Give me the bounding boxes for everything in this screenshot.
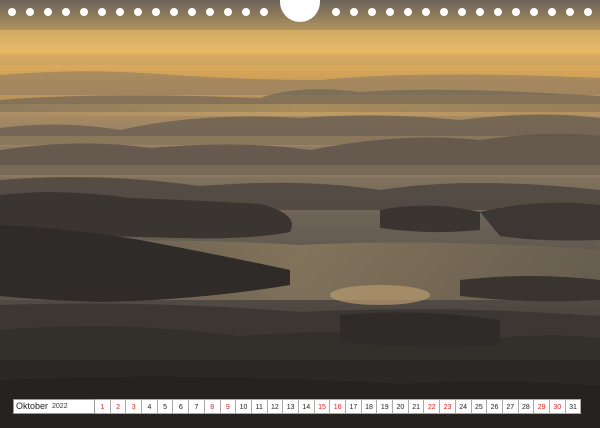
binding-hole bbox=[44, 8, 52, 16]
binding-hole bbox=[494, 8, 502, 16]
day-cell: 23 bbox=[440, 399, 456, 414]
day-cell: 2 bbox=[110, 399, 127, 414]
day-cell: 3 bbox=[126, 399, 143, 414]
day-cell: 16 bbox=[330, 399, 346, 414]
binding-hole bbox=[170, 8, 178, 16]
day-cell: 31 bbox=[565, 399, 582, 414]
binding-holes bbox=[0, 0, 600, 22]
day-cell: 26 bbox=[487, 399, 503, 414]
month-label-box: Oktober 2022 bbox=[13, 399, 95, 414]
day-cell: 18 bbox=[361, 399, 378, 414]
binding-hole bbox=[566, 8, 574, 16]
day-cell: 12 bbox=[267, 399, 284, 414]
day-cell: 19 bbox=[377, 399, 394, 414]
binding-hole bbox=[458, 8, 466, 16]
day-cell: 25 bbox=[471, 399, 488, 414]
day-cell: 5 bbox=[157, 399, 174, 414]
binding-hole bbox=[332, 8, 340, 16]
day-cell: 24 bbox=[455, 399, 472, 414]
binding-hole bbox=[224, 8, 232, 16]
day-cell: 10 bbox=[236, 399, 252, 414]
binding-hole bbox=[152, 8, 160, 16]
binding-hole bbox=[422, 8, 430, 16]
binding-hole bbox=[80, 8, 88, 16]
calendar-strip: Oktober 2022 1 2 3 4 5 6 7 8 9 10 11 12 13 14 15 16 17 18… bbox=[13, 399, 586, 414]
binding-hole bbox=[98, 8, 106, 16]
binding-hole bbox=[548, 8, 556, 16]
binding-hole bbox=[350, 8, 358, 16]
binding-hole bbox=[512, 8, 520, 16]
day-cell: 4 bbox=[142, 399, 158, 414]
binding-hole bbox=[8, 8, 16, 16]
day-cell: 21 bbox=[408, 399, 425, 414]
day-cell: 20 bbox=[393, 399, 409, 414]
binding-hole bbox=[62, 8, 70, 16]
day-cell: 22 bbox=[424, 399, 441, 414]
hanger-cutout bbox=[280, 0, 320, 22]
day-cell: 6 bbox=[173, 399, 190, 414]
binding-hole bbox=[368, 8, 376, 16]
day-cell: 28 bbox=[518, 399, 535, 414]
month-name: Oktober bbox=[16, 401, 49, 411]
day-cell: 15 bbox=[314, 399, 331, 414]
day-cell: 14 bbox=[298, 399, 315, 414]
day-cell: 11 bbox=[251, 399, 268, 414]
day-cell: 13 bbox=[283, 399, 299, 414]
binding-hole bbox=[26, 8, 34, 16]
day-cell: 1 bbox=[95, 399, 111, 414]
day-cell: 7 bbox=[189, 399, 205, 414]
day-cell: 29 bbox=[534, 399, 550, 414]
landscape-photo bbox=[0, 0, 600, 428]
day-cell: 27 bbox=[502, 399, 519, 414]
binding-hole bbox=[116, 8, 124, 16]
binding-hole bbox=[476, 8, 484, 16]
binding-hole bbox=[134, 8, 142, 16]
binding-hole bbox=[440, 8, 448, 16]
binding-hole bbox=[260, 8, 268, 16]
day-cells: 1 2 3 4 5 6 7 8 9 10 11 12 13 14 15 16 17 18 19 20 21 22 23 24 2… bbox=[95, 399, 582, 414]
day-cell: 17 bbox=[346, 399, 362, 414]
binding-hole bbox=[242, 8, 250, 16]
calendar-page: Oktober 2022 1 2 3 4 5 6 7 8 9 10 11 12 13 14 15 16 17 18… bbox=[0, 0, 600, 428]
day-cell: 8 bbox=[204, 399, 221, 414]
binding-hole bbox=[404, 8, 412, 16]
binding-hole bbox=[584, 8, 592, 16]
month-year: 2022 bbox=[52, 403, 68, 410]
binding-hole bbox=[206, 8, 214, 16]
binding-hole bbox=[188, 8, 196, 16]
binding-hole bbox=[386, 8, 394, 16]
day-cell: 9 bbox=[220, 399, 237, 414]
day-cell: 30 bbox=[549, 399, 566, 414]
binding-hole bbox=[530, 8, 538, 16]
